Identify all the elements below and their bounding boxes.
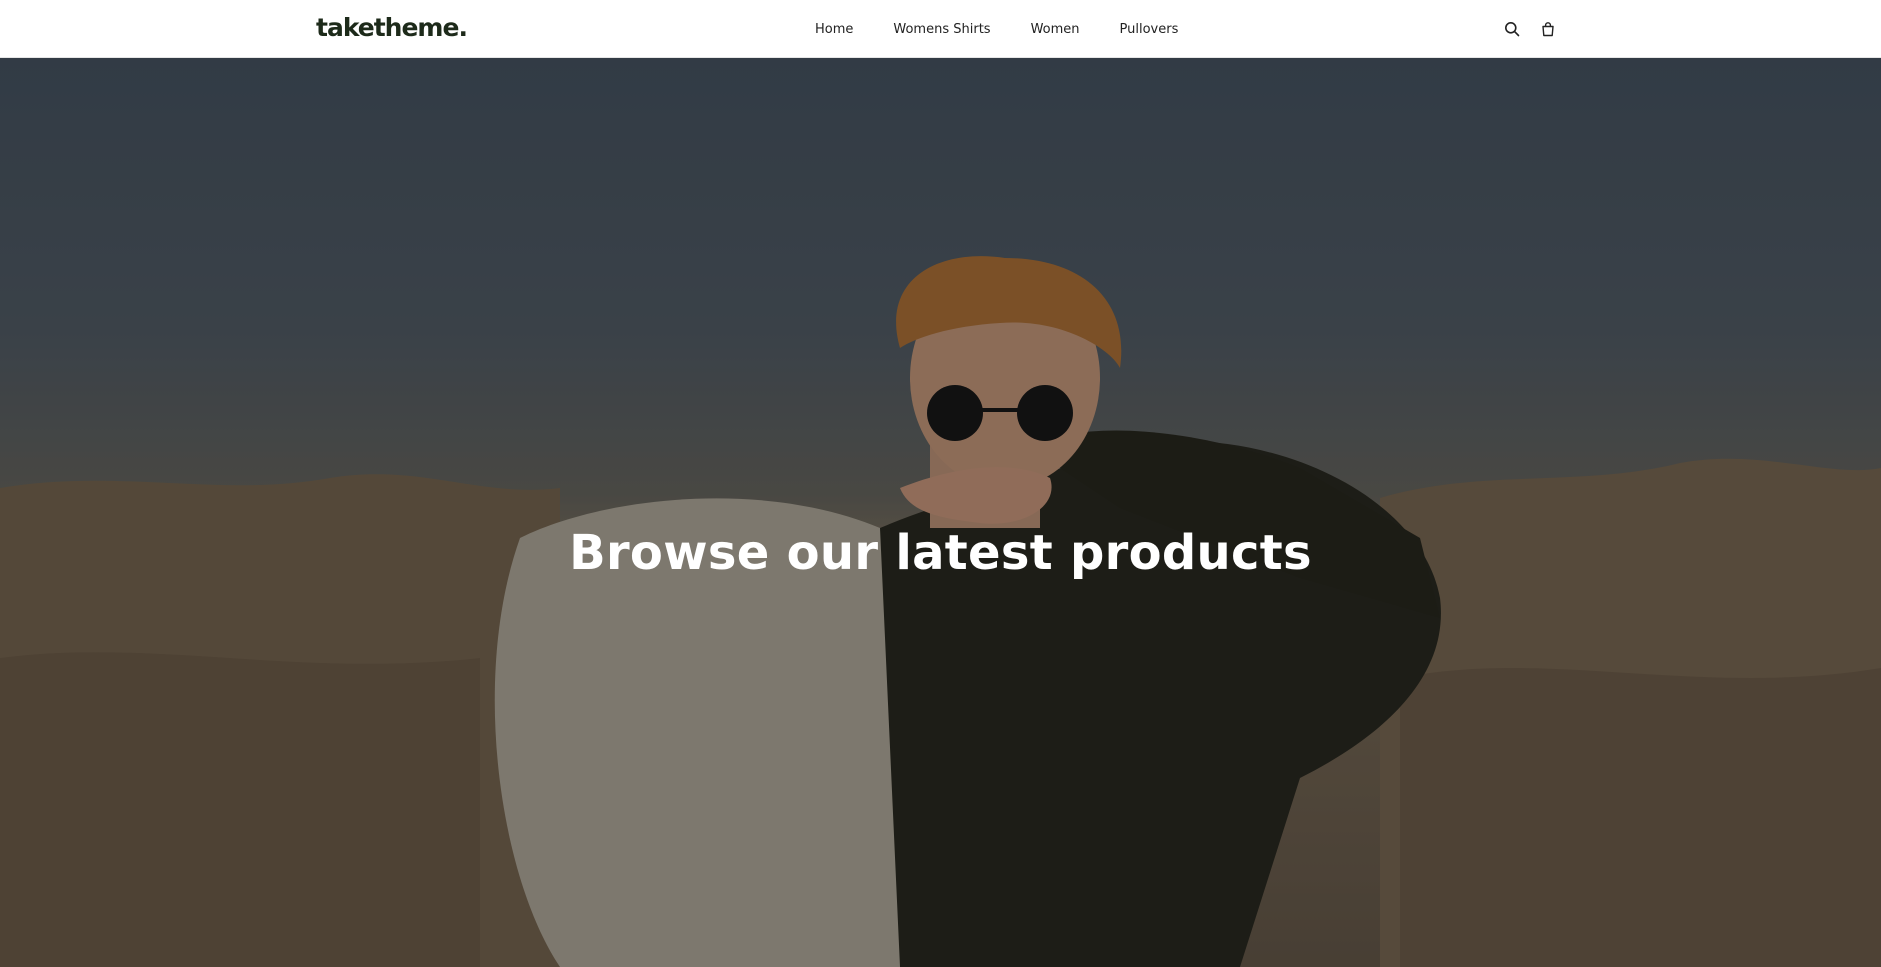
- nav-item-home[interactable]: Home: [815, 22, 853, 37]
- nav-item-women[interactable]: Women: [1031, 22, 1080, 37]
- main-nav: Home Womens Shirts Women Pullovers: [815, 0, 1178, 58]
- cart-button[interactable]: [1538, 19, 1558, 39]
- site-header: taketheme. Home Womens Shirts Women Pull…: [0, 0, 1881, 58]
- search-button[interactable]: [1502, 19, 1522, 39]
- hero-title: Browse our latest products: [569, 525, 1312, 581]
- nav-item-womens-shirts[interactable]: Womens Shirts: [893, 22, 990, 37]
- hero-overlay: [0, 58, 1881, 967]
- nav-item-pullovers[interactable]: Pullovers: [1120, 22, 1179, 37]
- site-logo[interactable]: taketheme.: [316, 13, 468, 43]
- search-icon: [1505, 22, 1520, 37]
- hero-banner: Browse our latest products: [0, 58, 1881, 967]
- shopping-bag-icon: [1542, 22, 1554, 37]
